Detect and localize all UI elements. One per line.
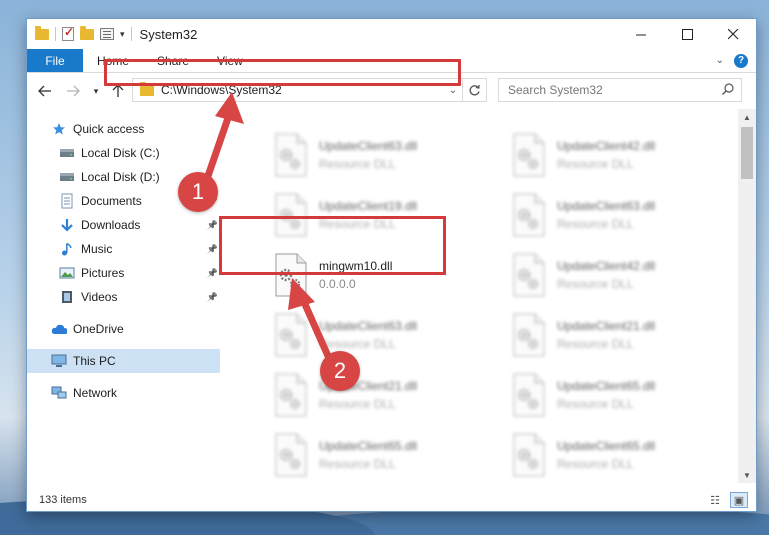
step-1-arrow-head [215, 92, 244, 124]
annotation-arrows [204, 92, 332, 360]
step-1-badge: 1 [178, 172, 218, 212]
step-2-badge: 2 [320, 351, 360, 391]
step-2-arrow-shaft [300, 298, 332, 360]
step-2-arrow-head [288, 278, 315, 310]
step-1-arrow-shaft [204, 114, 232, 180]
